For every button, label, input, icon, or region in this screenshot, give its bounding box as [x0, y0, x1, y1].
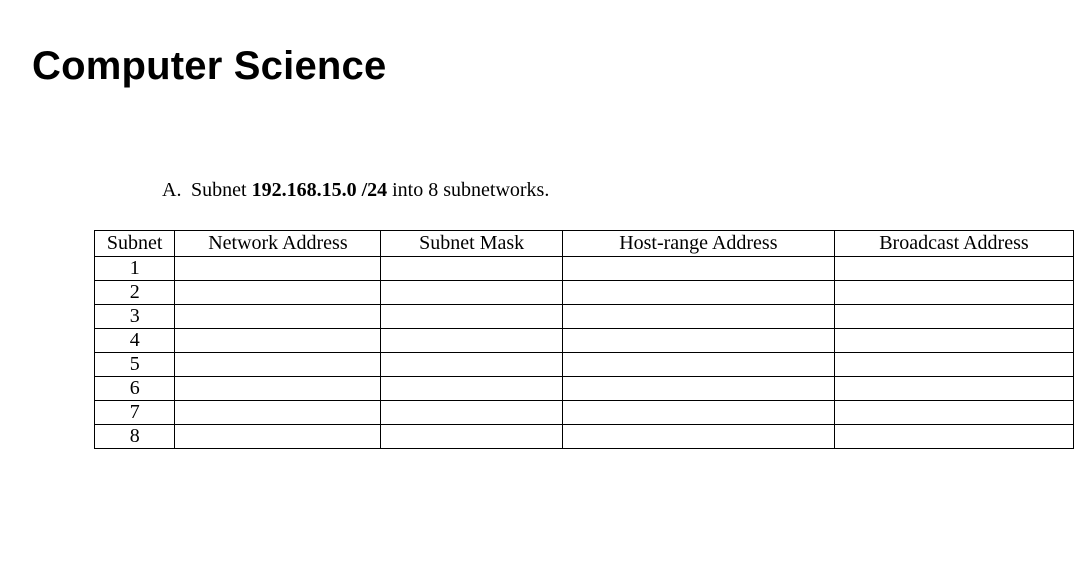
cell-network	[175, 377, 381, 401]
table-row: 6	[95, 377, 1074, 401]
header-mask: Subnet Mask	[381, 231, 562, 257]
question-suffix: into 8 subnetworks.	[387, 179, 549, 201]
table-row: 2	[95, 281, 1074, 305]
header-network: Network Address	[175, 231, 381, 257]
cell-subnet: 5	[95, 353, 175, 377]
table-row: 4	[95, 329, 1074, 353]
cell-subnet: 8	[95, 425, 175, 449]
table-row: 1	[95, 257, 1074, 281]
question-text: A. Subnet 192.168.15.0 /24 into 8 subnet…	[162, 179, 1048, 202]
cell-broadcast	[834, 353, 1073, 377]
cell-mask	[381, 305, 562, 329]
cell-hostrange	[562, 257, 834, 281]
cell-broadcast	[834, 257, 1073, 281]
cell-network	[175, 353, 381, 377]
cell-broadcast	[834, 377, 1073, 401]
cell-subnet: 7	[95, 401, 175, 425]
cell-broadcast	[834, 305, 1073, 329]
cell-network	[175, 257, 381, 281]
subnet-table: Subnet Network Address Subnet Mask Host-…	[94, 230, 1074, 449]
question-bold: 192.168.15.0 /24	[252, 179, 388, 201]
cell-mask	[381, 353, 562, 377]
cell-mask	[381, 377, 562, 401]
cell-subnet: 4	[95, 329, 175, 353]
header-broadcast: Broadcast Address	[834, 231, 1073, 257]
cell-hostrange	[562, 377, 834, 401]
cell-network	[175, 305, 381, 329]
cell-hostrange	[562, 353, 834, 377]
cell-network	[175, 401, 381, 425]
cell-broadcast	[834, 401, 1073, 425]
cell-hostrange	[562, 281, 834, 305]
cell-broadcast	[834, 425, 1073, 449]
question-prefix: Subnet	[191, 179, 252, 201]
table-row: 5	[95, 353, 1074, 377]
cell-mask	[381, 401, 562, 425]
table-row: 3	[95, 305, 1074, 329]
cell-network	[175, 329, 381, 353]
cell-hostrange	[562, 305, 834, 329]
cell-mask	[381, 257, 562, 281]
cell-subnet: 6	[95, 377, 175, 401]
cell-mask	[381, 425, 562, 449]
table-row: 7	[95, 401, 1074, 425]
cell-mask	[381, 329, 562, 353]
cell-subnet: 2	[95, 281, 175, 305]
cell-broadcast	[834, 329, 1073, 353]
cell-subnet: 3	[95, 305, 175, 329]
header-subnet: Subnet	[95, 231, 175, 257]
cell-network	[175, 281, 381, 305]
cell-network	[175, 425, 381, 449]
table-header-row: Subnet Network Address Subnet Mask Host-…	[95, 231, 1074, 257]
cell-subnet: 1	[95, 257, 175, 281]
table-row: 8	[95, 425, 1074, 449]
cell-broadcast	[834, 281, 1073, 305]
page-title: Computer Science	[32, 44, 1048, 89]
cell-mask	[381, 281, 562, 305]
cell-hostrange	[562, 401, 834, 425]
cell-hostrange	[562, 425, 834, 449]
question-letter: A.	[162, 179, 186, 202]
header-hostrange: Host-range Address	[562, 231, 834, 257]
cell-hostrange	[562, 329, 834, 353]
